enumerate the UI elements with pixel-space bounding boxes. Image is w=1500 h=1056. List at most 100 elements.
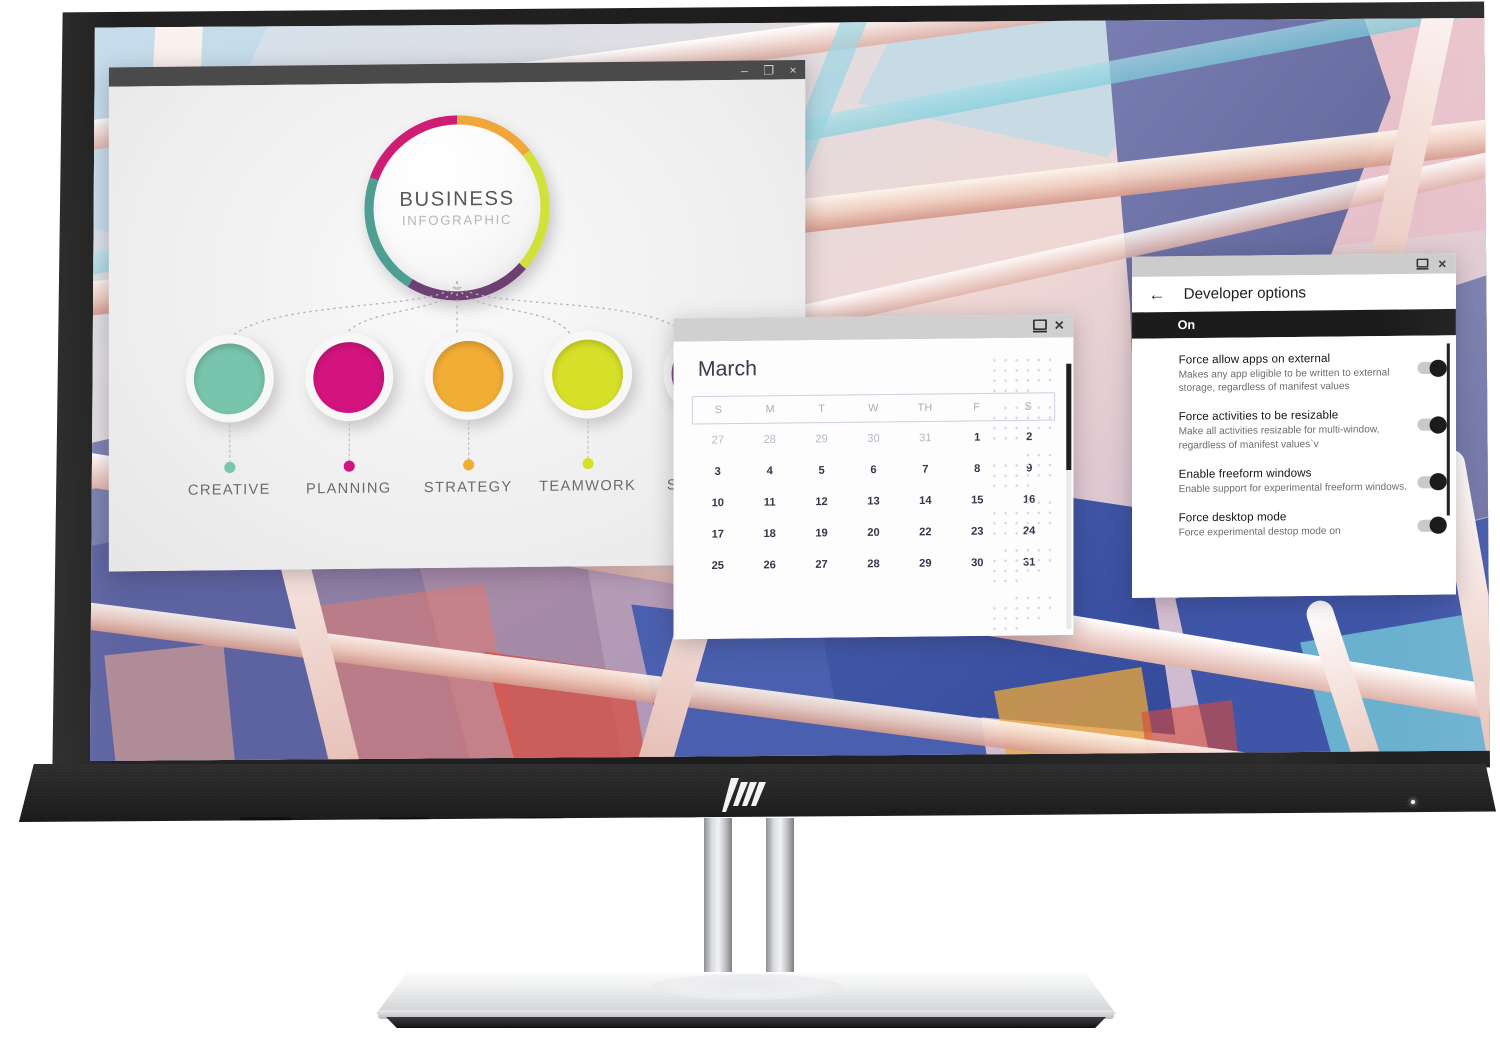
node-dot: [462, 459, 474, 471]
day-cell[interactable]: 13: [848, 495, 900, 508]
day-cell[interactable]: 20: [848, 526, 900, 539]
option-toggle[interactable]: [1417, 359, 1447, 377]
monitor-stand-neck: [700, 818, 798, 986]
hub-subtitle: INFOGRAPHIC: [401, 211, 513, 229]
option-toggle[interactable]: [1417, 416, 1447, 434]
developer-options-scrollbar[interactable]: [1446, 343, 1450, 516]
dot-block: [990, 546, 1063, 585]
node-creative[interactable]: CREATIVE: [185, 333, 274, 499]
day-cell[interactable]: 6: [848, 464, 900, 477]
option-toggle[interactable]: [1417, 516, 1447, 535]
day-cell[interactable]: 10: [692, 497, 744, 510]
day-cell[interactable]: 31: [899, 432, 951, 445]
day-cell[interactable]: 28: [848, 558, 900, 571]
option-description: Force experimental destop mode on: [1178, 525, 1341, 539]
restore-glyph: [1032, 319, 1048, 333]
osd-button[interactable]: [646, 817, 698, 822]
hp-logo: [722, 778, 768, 812]
node-strategy[interactable]: STRATEGY: [424, 331, 512, 496]
day-cell[interactable]: 29: [899, 557, 951, 570]
node-disc: [424, 331, 513, 421]
close-icon[interactable]: ×: [1434, 254, 1456, 272]
day-cell[interactable]: 7: [899, 463, 951, 476]
node-label: PLANNING: [305, 480, 392, 498]
close-icon[interactable]: ×: [781, 60, 805, 78]
maximize-icon[interactable]: ❐: [757, 61, 781, 79]
osd-button[interactable]: [378, 817, 430, 822]
node-fill: [432, 339, 504, 412]
day-cell[interactable]: 14: [899, 495, 951, 508]
day-cell[interactable]: 4: [744, 465, 796, 478]
developer-options-window[interactable]: × ← Developer options On Force allow app…: [1132, 253, 1456, 598]
day-cell[interactable]: 27: [692, 434, 744, 447]
dot-block: [990, 403, 1063, 442]
node-stem: [348, 423, 350, 462]
back-arrow-icon[interactable]: ←: [1148, 285, 1165, 304]
day-cell[interactable]: 12: [796, 496, 848, 509]
osd-button[interactable]: [512, 817, 564, 822]
node-fill: [552, 338, 624, 411]
dev-option-force-activities-to-be-resizable[interactable]: Force activities to be resizable Make al…: [1132, 401, 1456, 462]
base-surface: [376, 972, 1116, 1014]
node-label: STRATEGY: [423, 479, 513, 497]
day-cell[interactable]: 28: [744, 433, 796, 446]
developer-options-master-toggle-bar[interactable]: On: [1132, 308, 1456, 339]
dot-block: [990, 498, 1063, 537]
restore-icon[interactable]: [1411, 255, 1433, 273]
day-header: W: [868, 402, 879, 415]
page-title: Developer options: [1183, 284, 1307, 303]
osd-button[interactable]: [240, 817, 292, 822]
monitor-screen: – ❐ × BUSINESS INFOGRAPHIC CREATIVE PLAN…: [90, 18, 1490, 761]
node-teamwork[interactable]: TEAMWORK: [539, 329, 636, 495]
day-cell[interactable]: 25: [692, 560, 744, 573]
calendar-scrollbar-thumb[interactable]: [1066, 363, 1072, 471]
day-cell[interactable]: 29: [796, 433, 848, 446]
day-header: TH: [917, 401, 933, 414]
node-label: TEAMWORK: [539, 477, 637, 495]
restore-icon[interactable]: [1029, 317, 1051, 335]
option-description: Enable support for experimental freeform…: [1178, 481, 1407, 495]
developer-options-appbar: ← Developer options: [1132, 273, 1456, 313]
node-stem: [228, 424, 230, 463]
option-toggle[interactable]: [1417, 473, 1447, 491]
master-state-label: On: [1177, 317, 1196, 333]
toggle-knob: [1429, 416, 1447, 434]
monitor-bezel: – ❐ × BUSINESS INFOGRAPHIC CREATIVE PLAN…: [52, 1, 1490, 772]
dev-option-force-desktop-mode[interactable]: Force desktop mode Force experimental de…: [1132, 502, 1456, 549]
dot-grid: [993, 406, 1052, 440]
minimize-icon[interactable]: –: [732, 61, 756, 79]
calendar-window[interactable]: × March S M T W TH F 27 28 29 30 31 1 2 …: [673, 314, 1074, 640]
option-text: Force allow apps on external Makes any a…: [1179, 352, 1418, 395]
node-stem: [587, 420, 589, 460]
base-underside: [386, 1017, 1106, 1028]
hp-logo-glyph: [722, 778, 766, 812]
option-text: Force desktop mode Force experimental de…: [1179, 510, 1418, 540]
option-title: Force activities to be resizable: [1178, 409, 1339, 424]
dot-grid: [993, 548, 1052, 583]
node-disc: [304, 332, 393, 422]
power-led-indicator: [1411, 800, 1415, 804]
node-disc: [543, 329, 632, 419]
day-cell[interactable]: 11: [744, 496, 796, 509]
toggle-knob: [1429, 359, 1447, 377]
day-cell[interactable]: 5: [796, 464, 848, 477]
day-cell[interactable]: 3: [692, 465, 744, 478]
node-dot: [582, 457, 594, 470]
option-title: Enable freeform windows: [1178, 467, 1312, 481]
day-cell[interactable]: 30: [848, 432, 900, 445]
dev-option-force-allow-apps-on-external[interactable]: Force allow apps on external Makes any a…: [1132, 344, 1456, 405]
dev-option-enable-freeform-windows[interactable]: Enable freeform windows Enable support f…: [1132, 458, 1456, 505]
day-cell[interactable]: 22: [899, 526, 951, 539]
day-cell[interactable]: 19: [796, 527, 848, 540]
node-planning[interactable]: PLANNING: [304, 332, 393, 498]
day-cell[interactable]: 18: [744, 528, 796, 541]
toggle-knob: [1429, 473, 1447, 491]
close-icon[interactable]: ×: [1051, 317, 1073, 335]
product-render-stage: – ❐ × BUSINESS INFOGRAPHIC CREATIVE PLAN…: [0, 0, 1500, 1056]
day-cell[interactable]: 26: [744, 559, 796, 572]
neck-column-left: [704, 818, 732, 986]
day-cell[interactable]: 27: [796, 558, 848, 571]
neck-column-right: [766, 818, 794, 986]
day-cell[interactable]: 17: [692, 528, 744, 541]
dot-block: [990, 356, 1063, 395]
